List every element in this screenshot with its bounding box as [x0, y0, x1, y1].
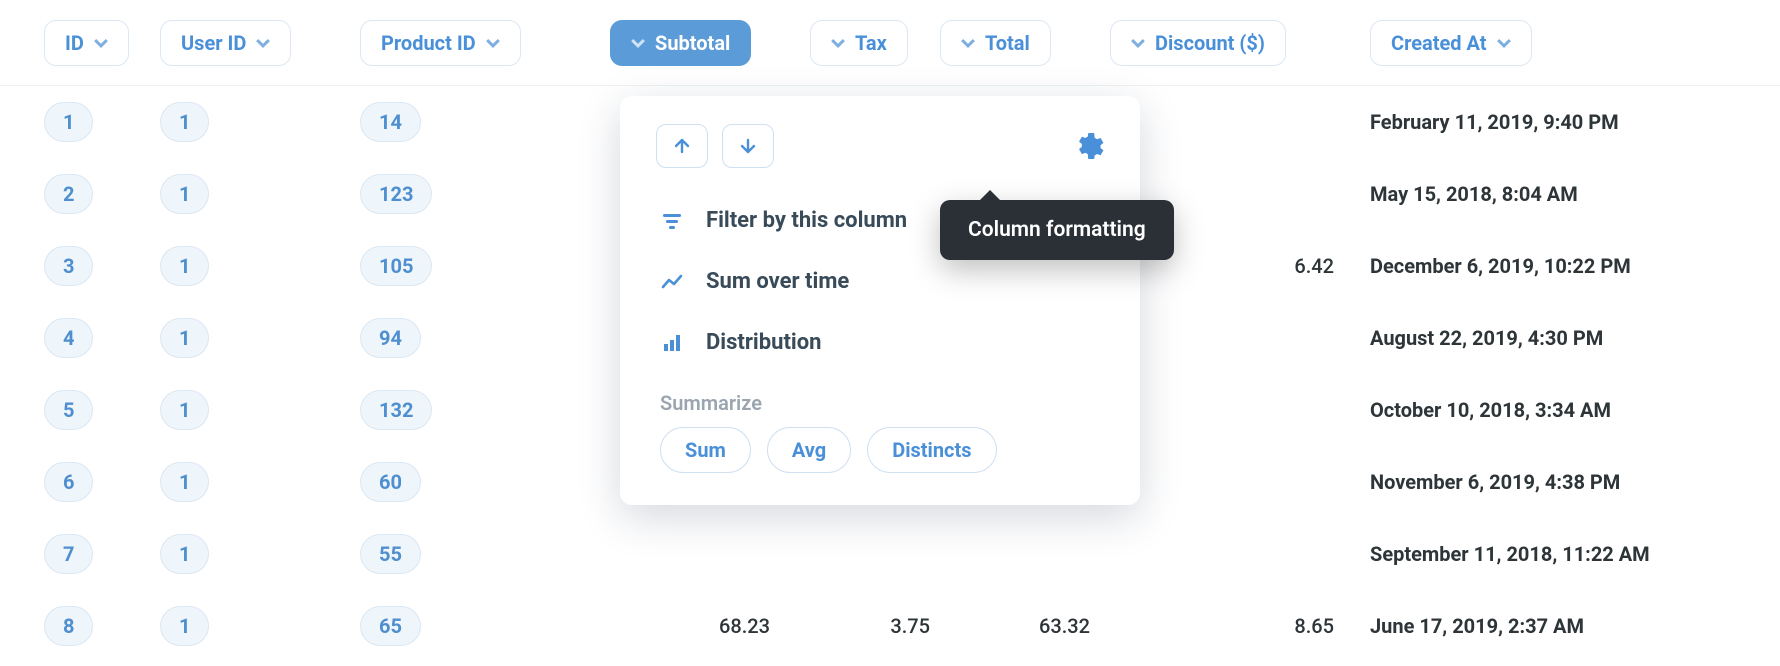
column-header-user-id[interactable]: User ID: [160, 20, 291, 66]
cell-id[interactable]: 3: [44, 246, 93, 286]
column-header-label: User ID: [181, 31, 246, 55]
column-header-discount[interactable]: Discount ($): [1110, 20, 1286, 66]
column-header-tax[interactable]: Tax: [810, 20, 908, 66]
cell-product-id[interactable]: 55: [360, 534, 421, 574]
column-header-label: Total: [985, 31, 1030, 55]
menu-item-filter[interactable]: Filter by this column: [620, 190, 1140, 251]
cell-product-id[interactable]: 65: [360, 606, 421, 646]
cell-user-id[interactable]: 1: [160, 534, 209, 574]
cell-created-at: September 11, 2018, 11:22 AM: [1370, 542, 1650, 566]
summarize-sum-button[interactable]: Sum: [660, 427, 751, 473]
column-header-label: Created At: [1391, 31, 1487, 55]
cell-user-id[interactable]: 1: [160, 318, 209, 358]
sort-descending-button[interactable]: [722, 124, 774, 168]
chevron-down-icon: [1497, 36, 1511, 50]
cell-discount: 8.65: [1294, 614, 1334, 638]
cell-created-at: November 6, 2019, 4:38 PM: [1370, 470, 1620, 494]
chevron-down-icon: [486, 36, 500, 50]
cell-created-at: June 17, 2019, 2:37 AM: [1370, 614, 1584, 638]
cell-id[interactable]: 6: [44, 462, 93, 502]
cell-product-id[interactable]: 123: [360, 174, 432, 214]
cell-user-id[interactable]: 1: [160, 390, 209, 430]
cell-created-at: October 10, 2018, 3:34 AM: [1370, 398, 1611, 422]
table-row: 7 1 55 September 11, 2018, 11:22 AM: [0, 518, 1780, 590]
cell-discount: 6.42: [1294, 254, 1334, 278]
chevron-down-icon: [94, 36, 108, 50]
trend-line-icon: [660, 270, 684, 294]
menu-item-label: Filter by this column: [706, 208, 907, 233]
arrow-up-icon: [672, 136, 692, 156]
column-header-row: ID User ID Product ID Subtotal: [0, 0, 1780, 86]
column-header-label: Discount ($): [1155, 31, 1265, 55]
column-header-label: ID: [65, 31, 84, 55]
bar-chart-icon: [660, 331, 684, 355]
summarize-distincts-button[interactable]: Distincts: [867, 427, 996, 473]
menu-item-sum-over-time[interactable]: Sum over time: [620, 251, 1140, 312]
cell-product-id[interactable]: 105: [360, 246, 432, 286]
cell-user-id[interactable]: 1: [160, 462, 209, 502]
cell-id[interactable]: 5: [44, 390, 93, 430]
cell-created-at: May 15, 2018, 8:04 AM: [1370, 182, 1578, 206]
cell-id[interactable]: 8: [44, 606, 93, 646]
column-settings-button[interactable]: [1074, 131, 1104, 161]
filter-icon: [660, 209, 684, 233]
cell-created-at: August 22, 2019, 4:30 PM: [1370, 326, 1603, 350]
column-header-total[interactable]: Total: [940, 20, 1051, 66]
cell-created-at: December 6, 2019, 10:22 PM: [1370, 254, 1631, 278]
column-header-id[interactable]: ID: [44, 20, 129, 66]
cell-user-id[interactable]: 1: [160, 246, 209, 286]
sort-ascending-button[interactable]: [656, 124, 708, 168]
cell-user-id[interactable]: 1: [160, 174, 209, 214]
chevron-down-icon: [831, 36, 845, 50]
chevron-down-icon: [1131, 36, 1145, 50]
cell-user-id[interactable]: 1: [160, 102, 209, 142]
table-row: 8 1 65 68.23 3.75 63.32 8.65 June 17, 20…: [0, 590, 1780, 662]
column-header-label: Tax: [855, 31, 887, 55]
cell-product-id[interactable]: 60: [360, 462, 421, 502]
cell-id[interactable]: 4: [44, 318, 93, 358]
column-header-subtotal[interactable]: Subtotal: [610, 20, 751, 66]
cell-subtotal: 68.23: [719, 614, 770, 638]
cell-id[interactable]: 7: [44, 534, 93, 574]
summarize-avg-button[interactable]: Avg: [767, 427, 851, 473]
menu-item-label: Distribution: [706, 330, 821, 355]
cell-id[interactable]: 2: [44, 174, 93, 214]
chevron-down-icon: [631, 36, 645, 50]
cell-total: 63.32: [1039, 614, 1090, 638]
column-header-product-id[interactable]: Product ID: [360, 20, 521, 66]
cell-id[interactable]: 1: [44, 102, 93, 142]
cell-product-id[interactable]: 94: [360, 318, 421, 358]
cell-product-id[interactable]: 14: [360, 102, 421, 142]
chevron-down-icon: [961, 36, 975, 50]
cell-user-id[interactable]: 1: [160, 606, 209, 646]
menu-item-label: Sum over time: [706, 269, 849, 294]
column-menu-dropdown: Filter by this column Sum over time Dist…: [620, 96, 1140, 505]
column-header-created-at[interactable]: Created At: [1370, 20, 1532, 66]
arrow-down-icon: [738, 136, 758, 156]
cell-product-id[interactable]: 132: [360, 390, 432, 430]
column-header-label: Product ID: [381, 31, 476, 55]
gear-icon: [1074, 131, 1104, 161]
cell-created-at: February 11, 2019, 9:40 PM: [1370, 110, 1619, 134]
chevron-down-icon: [256, 36, 270, 50]
summarize-section-label: Summarize: [620, 373, 1140, 427]
column-header-label: Subtotal: [655, 31, 730, 55]
cell-tax: 3.75: [890, 614, 930, 638]
menu-item-distribution[interactable]: Distribution: [620, 312, 1140, 373]
